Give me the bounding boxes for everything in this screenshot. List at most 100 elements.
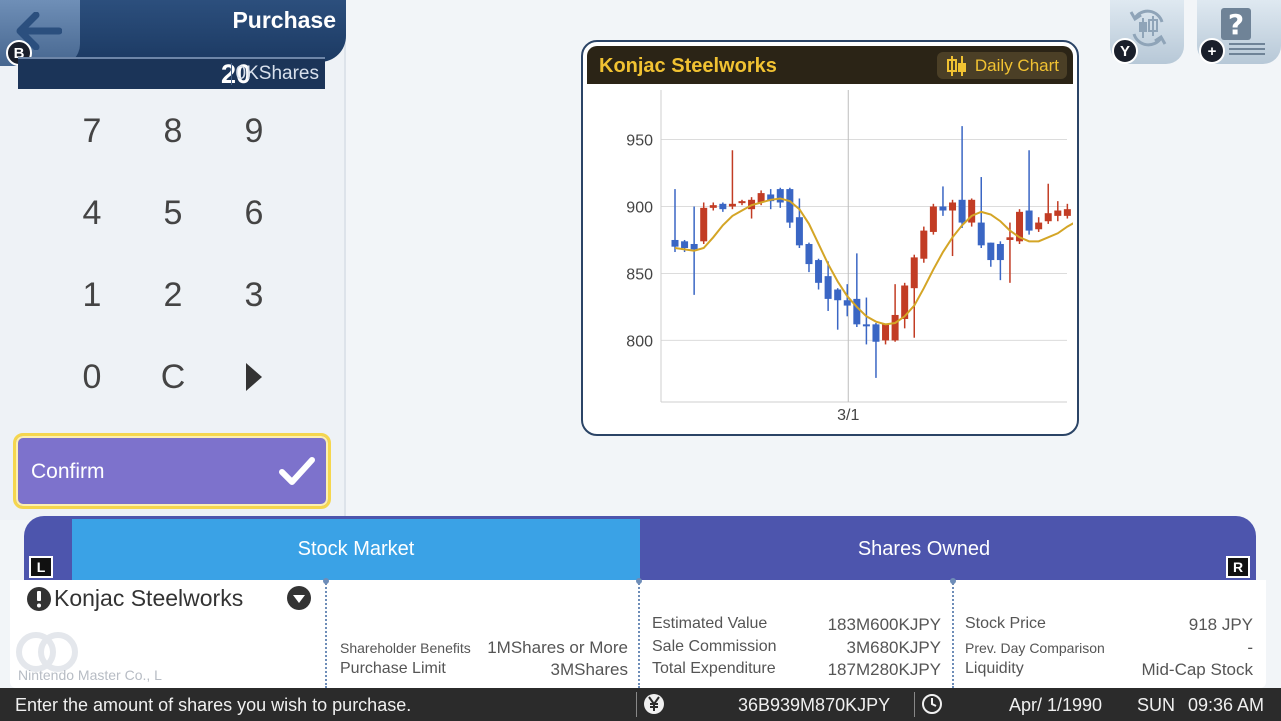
y-tick-label: 900: [626, 199, 653, 216]
benefits-column: Shareholder Benefits 1MShares or More Pu…: [340, 580, 628, 688]
candle-body: [929, 206, 937, 232]
liquidity-value: Mid-Cap Stock: [1141, 660, 1253, 679]
stock-price-label: Stock Price: [965, 615, 1046, 632]
status-message: Enter the amount of shares you wish to p…: [15, 695, 412, 715]
daily-chart-button[interactable]: Daily Chart: [936, 52, 1067, 79]
candle-body: [728, 203, 736, 207]
chart-toggle-button[interactable]: Y: [1110, 0, 1184, 64]
candle-body: [795, 217, 803, 246]
tab-stock-market[interactable]: Stock Market: [72, 519, 640, 580]
company-name: Konjac Steelworks: [54, 585, 244, 611]
candle-body: [738, 201, 746, 204]
prev-day-comparison-label: Prev. Day Comparison: [965, 640, 1105, 656]
candle-body: [891, 314, 899, 341]
candle-body: [996, 243, 1004, 261]
candle-body: [1044, 213, 1052, 222]
candle-body: [1054, 210, 1062, 216]
clock-icon: [922, 694, 942, 714]
status-bar: Enter the amount of shares you wish to p…: [0, 688, 1281, 721]
status-date: Apr/ 1/1990: [1009, 695, 1103, 715]
confirm-label: Confirm: [31, 460, 105, 483]
help-button[interactable]: ? +: [1197, 0, 1281, 64]
candle-body: [700, 207, 708, 242]
candle-body: [958, 199, 966, 223]
quantity-unit: 0KShares: [230, 63, 319, 85]
info-row: Prev. Day Comparison -: [965, 638, 1253, 660]
moving-average-line: [674, 197, 1073, 326]
key-0[interactable]: 0: [52, 336, 132, 418]
candle-body: [681, 241, 689, 249]
stock-chart-card: Konjac Steelworks Daily Chart 800 850 900 9…: [581, 40, 1079, 436]
candle-body: [709, 205, 717, 208]
page-title: Purchase: [232, 7, 336, 33]
info-row: Purchase Limit 3MShares: [340, 660, 628, 682]
candle-body: [1063, 209, 1071, 216]
key-clear[interactable]: C: [133, 336, 213, 418]
info-row: Estimated Value 183M600KJPY: [652, 615, 941, 637]
stock-info-panel: Konjac Steelworks Nintendo Master Co., L…: [10, 578, 1266, 688]
candle-body: [920, 230, 928, 259]
status-weekday: SUN: [1137, 695, 1176, 715]
key-5[interactable]: 5: [133, 172, 213, 254]
candle-body: [671, 239, 679, 247]
key-2[interactable]: 2: [133, 254, 213, 336]
chevron-down-icon[interactable]: [286, 585, 312, 611]
daily-chart-label: Daily Chart: [974, 56, 1059, 75]
candle-body: [977, 222, 985, 246]
candle-body: [1025, 210, 1033, 231]
alert-icon: [27, 587, 51, 611]
candle-body: [882, 324, 890, 341]
chart-header: Konjac Steelworks Daily Chart: [587, 46, 1073, 84]
r-button-badge: R: [1226, 556, 1250, 578]
candle-body: [987, 242, 995, 261]
prev-day-comparison-value: -: [1247, 638, 1253, 657]
status-divider: [636, 692, 637, 717]
purchase-limit-value: 3MShares: [550, 660, 628, 679]
candle-body: [1006, 237, 1014, 240]
y-button-badge: Y: [1112, 38, 1138, 64]
chart-title: Konjac Steelworks: [599, 55, 777, 77]
stock-price-value: 918 JPY: [1188, 615, 1253, 634]
sale-commission-label: Sale Commission: [652, 638, 777, 655]
key-next[interactable]: [214, 336, 294, 418]
candlestick-chart: 800 850 900 950 3/1: [626, 90, 1073, 424]
tab-shares-owned[interactable]: Shares Owned: [640, 519, 1208, 580]
candle-body: [824, 276, 832, 299]
candlestick-icon: [946, 56, 966, 76]
estimated-value: 183M600KJPY: [827, 615, 941, 634]
x-tick-label: 3/1: [837, 407, 859, 424]
svg-text:?: ?: [1228, 8, 1244, 41]
key-8[interactable]: 8: [133, 90, 213, 172]
estimated-value-label: Estimated Value: [652, 615, 768, 632]
y-tick-label: 800: [626, 333, 653, 350]
key-9[interactable]: 9: [214, 90, 294, 172]
candle-body: [690, 243, 698, 250]
y-tick-label: 950: [626, 133, 653, 150]
candle-body: [815, 260, 823, 283]
play-right-icon: [246, 363, 262, 391]
key-7[interactable]: 7: [52, 90, 132, 172]
l-button-badge: L: [29, 556, 53, 578]
key-6[interactable]: 6: [214, 172, 294, 254]
maker-watermark: Nintendo Master Co., L: [18, 667, 162, 683]
info-row: Liquidity Mid-Cap Stock: [965, 660, 1253, 682]
info-row: Shareholder Benefits 1MShares or More: [340, 638, 628, 660]
key-3[interactable]: 3: [214, 254, 294, 336]
sale-commission-value: 3M680KJPY: [846, 638, 942, 657]
shareholder-benefits-value: 1MShares or More: [487, 638, 628, 657]
candle-body: [786, 189, 794, 223]
candle-body: [843, 300, 851, 306]
candle-body: [834, 289, 842, 301]
column-separator: [636, 578, 642, 688]
shareholder-benefits-label: Shareholder Benefits: [340, 640, 471, 656]
candle-body: [805, 243, 813, 265]
key-1[interactable]: 1: [52, 254, 132, 336]
funds-value: 36B939M870KJPY: [738, 695, 891, 715]
yen-icon: [644, 694, 664, 714]
status-time: 09:36 AM: [1188, 695, 1265, 715]
plus-button-badge: +: [1199, 38, 1225, 64]
candle-body: [949, 202, 957, 211]
liquidity-label: Liquidity: [965, 660, 1024, 677]
confirm-button[interactable]: Confirm: [13, 433, 331, 509]
key-4[interactable]: 4: [52, 172, 132, 254]
